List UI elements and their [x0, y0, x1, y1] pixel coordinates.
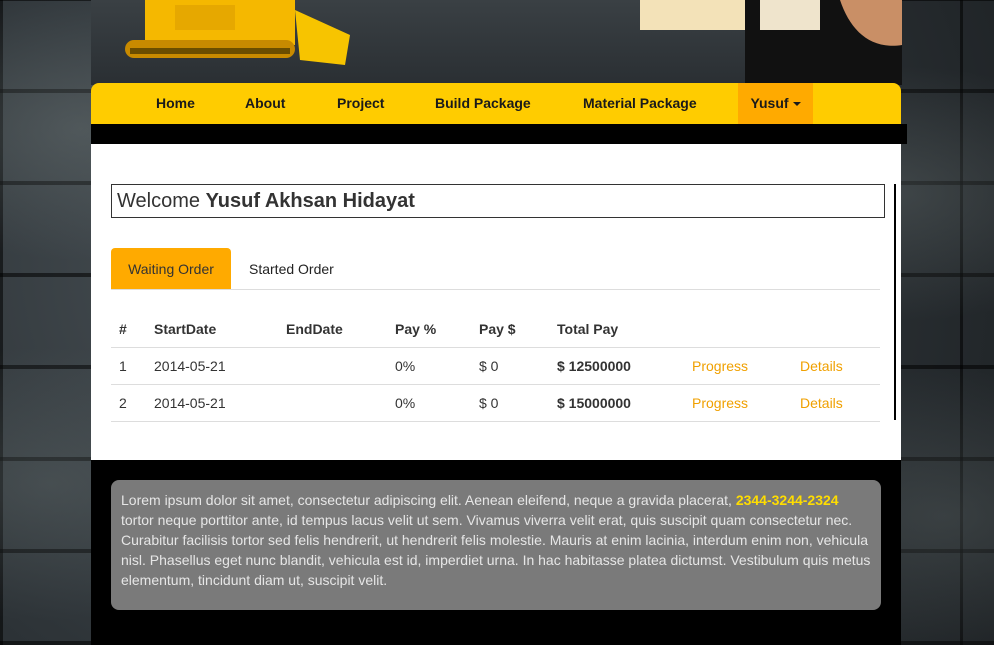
table-row: 2 2014-05-21 0% $ 0 $ 15000000 Progress …: [111, 384, 880, 422]
nav-home[interactable]: Home: [156, 83, 195, 124]
bulldozer-image: [125, 0, 350, 65]
progress-link[interactable]: Progress: [684, 347, 792, 385]
welcome-box: Welcome Yusuf Akhsan Hidayat: [111, 184, 885, 218]
total-pay: $ 12500000: [549, 347, 684, 385]
end-date: [278, 347, 387, 385]
details-link[interactable]: Details: [792, 384, 880, 422]
column-header: StartDate: [146, 311, 278, 348]
footer-text-box: Lorem ipsum dolor sit amet, consectetur …: [111, 480, 881, 610]
pay-amount: $ 0: [471, 384, 549, 422]
column-header: Pay %: [387, 311, 471, 348]
nav-build-package[interactable]: Build Package: [435, 83, 531, 124]
user-menu-label: Yusuf: [750, 95, 789, 111]
worker-image: [640, 0, 902, 85]
order-tabs: Waiting Order Started Order: [111, 248, 880, 290]
footer-phone-number: 2344-3244-2324: [735, 492, 839, 508]
main-navbar: Home About Project Build Package Materia…: [91, 83, 901, 124]
welcome-user-name: Yusuf Akhsan Hidayat: [205, 190, 415, 212]
column-header: [684, 311, 792, 348]
navbar-bottom-bar: [91, 124, 907, 144]
main-content: Welcome Yusuf Akhsan Hidayat Waiting Ord…: [91, 144, 901, 460]
welcome-prefix: Welcome: [117, 190, 200, 212]
nav-about[interactable]: About: [245, 83, 285, 124]
pay-percent: 0%: [387, 384, 471, 422]
details-link[interactable]: Details: [792, 347, 880, 385]
tab-waiting-order[interactable]: Waiting Order: [111, 248, 231, 289]
row-number: 2: [111, 384, 146, 422]
nav-material-package[interactable]: Material Package: [583, 83, 697, 124]
table-header-row: # StartDate EndDate Pay % Pay $ Total Pa…: [111, 311, 880, 348]
row-number: 1: [111, 347, 146, 385]
content-scrollbar[interactable]: [894, 184, 896, 420]
footer-text-after: tortor neque porttitor ante, id tempus l…: [121, 512, 871, 588]
nav-project[interactable]: Project: [337, 83, 384, 124]
tab-started-order[interactable]: Started Order: [249, 248, 334, 289]
start-date: 2014-05-21: [146, 384, 278, 422]
progress-link[interactable]: Progress: [684, 384, 792, 422]
footer: Lorem ipsum dolor sit amet, consectetur …: [91, 460, 901, 645]
pay-percent: 0%: [387, 347, 471, 385]
footer-text-before: Lorem ipsum dolor sit amet, consectetur …: [121, 492, 732, 508]
column-header: Pay $: [471, 311, 549, 348]
total-pay: $ 15000000: [549, 384, 684, 422]
column-header: [792, 311, 880, 348]
orders-table: # StartDate EndDate Pay % Pay $ Total Pa…: [111, 311, 880, 422]
start-date: 2014-05-21: [146, 347, 278, 385]
end-date: [278, 384, 387, 422]
pay-amount: $ 0: [471, 347, 549, 385]
column-header: Total Pay: [549, 311, 684, 348]
column-header: #: [111, 311, 146, 348]
column-header: EndDate: [278, 311, 387, 348]
caret-down-icon: [792, 102, 801, 107]
user-menu-dropdown[interactable]: Yusuf: [738, 83, 813, 124]
table-row: 1 2014-05-21 0% $ 0 $ 12500000 Progress …: [111, 347, 880, 385]
